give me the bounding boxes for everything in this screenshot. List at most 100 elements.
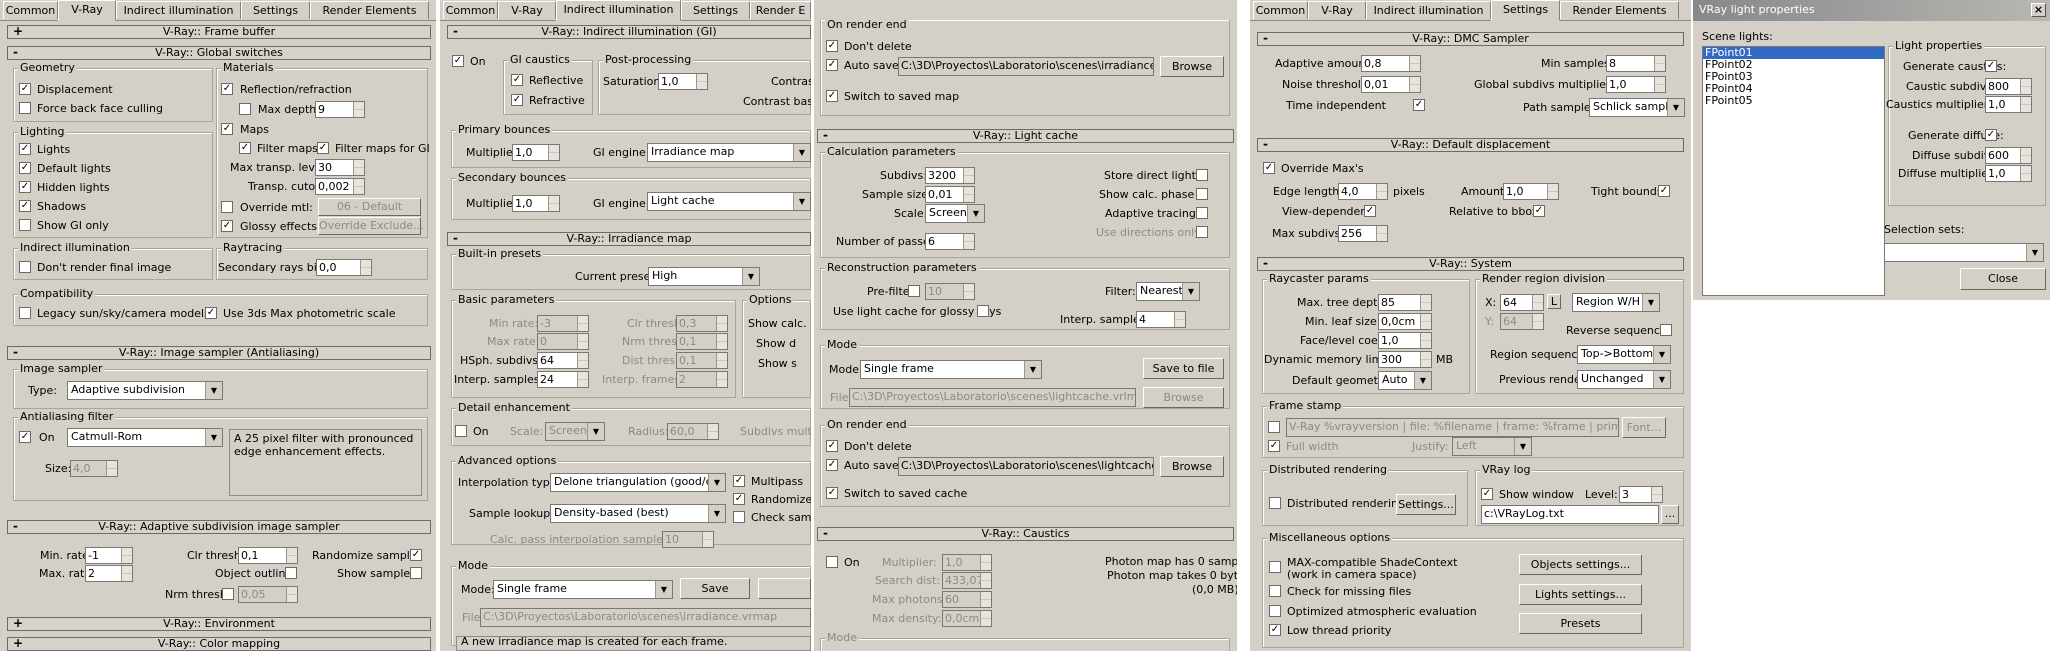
max-transp-spinner[interactable]: 30 — [315, 159, 365, 176]
generate-diffuse-checkbox[interactable]: ✓ — [1985, 129, 1997, 141]
auto-save-checkbox[interactable]: ✓ — [826, 59, 838, 71]
light-cache-file-field[interactable]: C:\3D\Proyectos\Laboratorio\scenes\light… — [849, 388, 1136, 407]
tab-render-elements[interactable]: Render Elements — [310, 1, 429, 19]
rollout-caustics[interactable]: - V-Ray:: Caustics — [817, 527, 1234, 541]
tab-common[interactable]: Common — [3, 1, 58, 19]
rollout-adaptive-subdivision[interactable]: - V-Ray:: Adaptive subdivision image samp… — [7, 520, 431, 534]
reflection-checkbox[interactable]: ✓ — [221, 83, 233, 95]
rollout-environment[interactable]: + V-Ray:: Environment — [7, 617, 431, 631]
tab-settings[interactable]: Settings — [681, 1, 750, 19]
interpolation-type-select[interactable]: Delone triangulation (good/exa — [550, 473, 726, 492]
radius-spinner[interactable]: 60,0 — [667, 423, 719, 440]
min-rate-spinner[interactable]: -1 — [85, 547, 133, 564]
primary-gi-engine-select[interactable]: Irradiance map — [647, 143, 811, 162]
diffuse-subdivs-spinner[interactable]: 600 — [1985, 147, 2032, 164]
dialog-title-bar[interactable]: VRay light properties × — [1693, 0, 2050, 21]
override-mtl-button[interactable]: 06 - Default — [318, 198, 421, 216]
previous-render-select[interactable]: Unchanged — [1577, 370, 1671, 389]
max-compatible-checkbox[interactable] — [1269, 561, 1281, 573]
adaptive-amount-spinner[interactable]: 0,8 — [1361, 55, 1421, 72]
lights-settings-button[interactable]: Lights settings... — [1519, 584, 1642, 605]
region-sequence-select[interactable]: Top->Bottom — [1577, 345, 1671, 364]
tab-render-elements[interactable]: Render E — [750, 1, 811, 19]
check-sample-checkbox[interactable] — [733, 511, 745, 523]
optimized-atmospheric-checkbox[interactable] — [1269, 605, 1281, 617]
tab-common[interactable]: Common — [443, 1, 498, 19]
multipass-checkbox[interactable]: ✓ — [733, 475, 745, 487]
aa-filter-on-checkbox[interactable]: ✓ — [19, 431, 31, 443]
legacy-sun-checkbox[interactable] — [19, 307, 31, 319]
lc-auto-save-path-field[interactable]: C:\3D\Proyectos\Laboratorio\scenes\light… — [898, 457, 1154, 476]
dynamic-memory-spinner[interactable]: 300 — [1378, 351, 1432, 368]
secondary-multiplier-spinner[interactable]: 1,0 — [512, 195, 560, 212]
switch-to-saved-cache-checkbox[interactable]: ✓ — [826, 487, 838, 499]
rollout-color-mapping[interactable]: + V-Ray:: Color mapping — [7, 637, 431, 651]
show-samples-checkbox[interactable] — [410, 567, 422, 579]
log-level-spinner[interactable]: 3 — [1619, 486, 1663, 503]
subdivs-spinner[interactable]: 3200 — [925, 167, 975, 184]
lc-browse-button[interactable]: Browse — [1160, 456, 1224, 477]
list-item[interactable]: FPoint05 — [1703, 95, 1884, 107]
justify-select[interactable]: Left — [1452, 437, 1532, 456]
randomize-samples-checkbox[interactable]: ✓ — [410, 549, 422, 561]
calc-pass-spinner[interactable]: 10 — [662, 531, 714, 548]
max-depth-spinner[interactable]: 9 — [315, 101, 365, 118]
presets-button[interactable]: Presets — [1519, 613, 1642, 634]
save-to-file-button[interactable]: Save to file — [1143, 358, 1224, 379]
randomize-checkbox[interactable]: ✓ — [733, 493, 745, 505]
tab-common[interactable]: Common — [1253, 1, 1308, 19]
max-rate-spinner[interactable]: 2 — [85, 565, 133, 582]
photometric-scale-checkbox[interactable]: ✓ — [205, 307, 217, 319]
tab-settings[interactable]: Settings — [1491, 0, 1560, 21]
tab-indirect-illumination[interactable]: Indirect illumination — [116, 1, 241, 19]
store-direct-light-checkbox[interactable] — [1196, 169, 1208, 181]
max-tree-depth-spinner[interactable]: 85 — [1378, 294, 1432, 311]
primary-multiplier-spinner[interactable]: 1,0 — [512, 144, 560, 161]
filter-select[interactable]: Nearest — [1136, 282, 1200, 301]
reset-button[interactable] — [758, 578, 811, 599]
dont-render-final-checkbox[interactable] — [19, 261, 31, 273]
close-icon[interactable]: × — [2031, 3, 2046, 17]
tab-settings[interactable]: Settings — [241, 1, 310, 19]
frame-stamp-field[interactable]: V-Ray %vrayversion | file: %filename | f… — [1286, 418, 1619, 437]
light-cache-browse-button[interactable]: Browse — [1143, 387, 1224, 408]
secondary-rays-bias-spinner[interactable]: 0,0 — [316, 259, 372, 276]
hidden-lights-checkbox[interactable]: ✓ — [19, 181, 31, 193]
caustics-multiplier-spinner[interactable]: 1,0 — [942, 554, 992, 571]
image-sampler-type-select[interactable]: Adaptive subdivision — [67, 381, 223, 400]
show-calc-phase-checkbox[interactable] — [1196, 188, 1208, 200]
max-subdivs-spinner[interactable]: 256 — [1338, 225, 1388, 242]
irradiance-file-field[interactable]: C:\3D\Proyectos\Laboratorio\scenes\irrad… — [480, 608, 811, 627]
light-cache-scale-select[interactable]: Screen — [925, 204, 985, 223]
default-geometry-select[interactable]: Auto — [1378, 371, 1432, 390]
close-button[interactable]: Close — [1960, 268, 2046, 290]
min-leaf-size-spinner[interactable]: 0,0cm — [1378, 313, 1432, 330]
detail-on-checkbox[interactable] — [455, 425, 467, 437]
override-max-checkbox[interactable]: ✓ — [1263, 162, 1275, 174]
lights-checkbox[interactable]: ✓ — [19, 143, 31, 155]
transp-cutoff-spinner[interactable]: 0,002 — [315, 178, 365, 195]
filter-maps-gi-checkbox[interactable]: ✓ — [317, 142, 329, 154]
show-gi-only-checkbox[interactable] — [19, 219, 31, 231]
sample-size-spinner[interactable]: 0,01 — [925, 186, 975, 203]
override-mtl-checkbox[interactable] — [221, 201, 233, 213]
min-rate-spinner[interactable]: -3 — [537, 315, 589, 332]
tab-vray[interactable]: V-Ray — [498, 1, 556, 19]
caustic-subdivs-spinner[interactable]: 800 — [1985, 78, 2032, 95]
nrm-thresh-spinner[interactable]: 0,05 — [238, 586, 298, 603]
distributed-settings-button[interactable]: Settings... — [1396, 494, 1456, 515]
irradiance-mode-select[interactable]: Single frame — [493, 580, 673, 599]
max-depth-checkbox[interactable] — [239, 103, 251, 115]
max-photons-spinner[interactable]: 60 — [942, 591, 992, 608]
refractive-checkbox[interactable]: ✓ — [511, 94, 523, 106]
rollout-indirect-illumination[interactable]: - V-Ray:: Indirect illumination (GI) — [447, 25, 811, 39]
override-exclude-button[interactable]: Override Exclude... — [318, 217, 424, 235]
displacement-checkbox[interactable]: ✓ — [19, 83, 31, 95]
scene-lights-list[interactable]: FPoint01 FPoint02 FPoint03 FPoint04 FPoi… — [1702, 46, 1885, 296]
shadows-checkbox[interactable]: ✓ — [19, 200, 31, 212]
min-samples-spinner[interactable]: 8 — [1606, 55, 1666, 72]
light-cache-mode-select[interactable]: Single frame — [860, 360, 1042, 379]
rollout-dmc-sampler[interactable]: - V-Ray:: DMC Sampler — [1257, 32, 1684, 46]
pre-filter-spinner[interactable]: 10 — [925, 283, 975, 300]
interp-samples-spinner[interactable]: 24 — [537, 371, 589, 388]
